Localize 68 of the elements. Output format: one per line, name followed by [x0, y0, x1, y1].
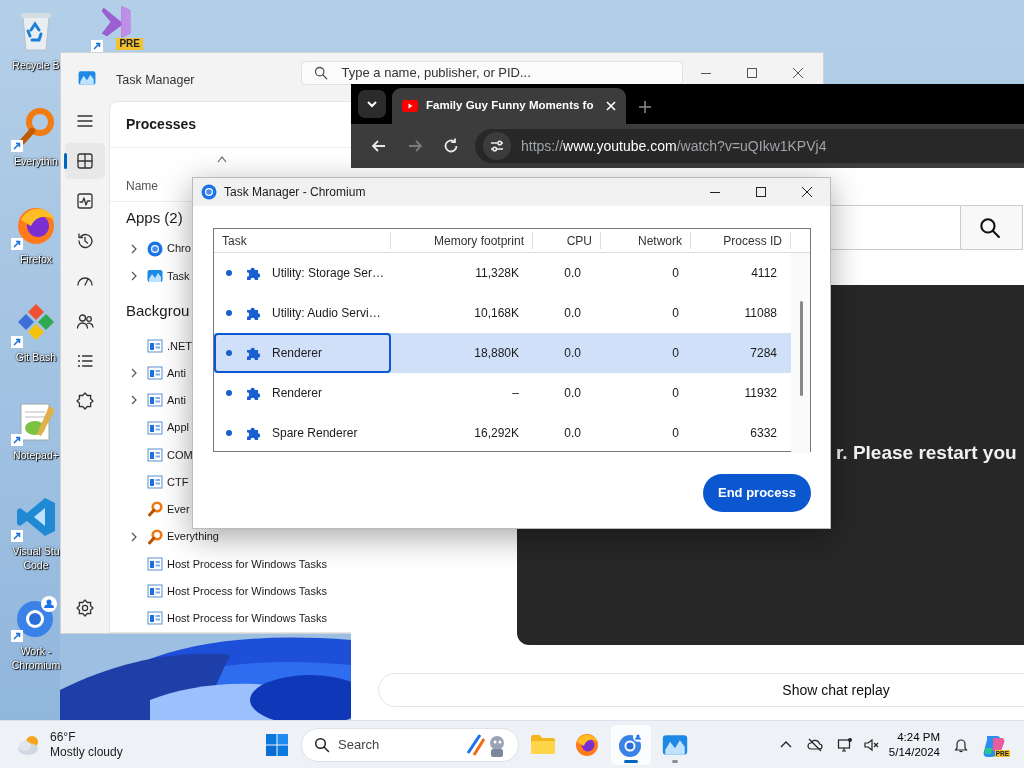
table-cell-text: 0	[671, 345, 680, 362]
process-name[interactable]: Anti	[167, 364, 186, 382]
process-name[interactable]: Everything	[167, 528, 219, 545]
task-name: Renderer	[272, 345, 323, 362]
process-name[interactable]: Chro	[167, 240, 191, 257]
table-cell-text: 0	[671, 385, 680, 402]
address-bar[interactable]: https://www.youtube.com/watch?v=uQIkw1KPVj4	[475, 129, 1024, 163]
table-row[interactable]: Utility: Storage Ser… 11,328K 0.0 0 4112	[214, 253, 791, 293]
search-placeholder: Type a name, publisher, or PID...	[341, 64, 531, 83]
process-name[interactable]: Anti	[167, 392, 186, 409]
window-title: Task Manager	[116, 72, 195, 89]
process-name[interactable]: .NET	[167, 337, 193, 355]
process-name[interactable]: Host Process for Windows Tasks	[167, 582, 327, 600]
process-name[interactable]: CTF	[167, 473, 189, 491]
column-header[interactable]: Task	[214, 232, 391, 249]
column-header[interactable]: Memory footprint	[391, 232, 533, 249]
end-process-button[interactable]: End process	[702, 474, 811, 512]
search-placeholder: Search	[338, 735, 380, 754]
weather-condition[interactable]: Mostly cloudy	[50, 744, 123, 760]
column-header[interactable]: Name	[126, 176, 158, 195]
table-cell-text: 16,292K	[473, 425, 520, 442]
process-name[interactable]: Appl	[167, 419, 190, 436]
table-cell-text: 0.0	[563, 265, 582, 282]
process-name[interactable]: Host Process for Windows Tasks	[167, 610, 327, 627]
table-cell-text: 11088	[743, 305, 778, 322]
table-cell-text: 0.0	[563, 345, 582, 362]
table-row[interactable]: Renderer 18,880K 0.0 0 7284	[214, 333, 791, 373]
table-cell-text: 0.0	[563, 385, 582, 402]
browser-tab[interactable]: Family Guy Funny Moments fo	[392, 88, 626, 124]
table-cell-text: 11932	[743, 385, 778, 402]
task-name: Spare Renderer	[272, 425, 358, 442]
process-name[interactable]: Task	[167, 267, 190, 285]
task-name: Renderer	[272, 385, 323, 402]
table-row[interactable]: Renderer – 0.0 0 11932	[214, 373, 791, 413]
column-header[interactable]: CPU	[533, 232, 601, 249]
search-field[interactable]: Search	[301, 727, 519, 762]
column-header[interactable]: Network	[601, 232, 691, 249]
process-name[interactable]: Host Process for Windows Tasks	[167, 555, 327, 573]
table-cell-text: –	[511, 385, 520, 402]
task-name: Utility: Audio Servi…	[272, 305, 381, 322]
table-cell-text: 0.0	[563, 305, 582, 322]
temperature-label[interactable]: 66°F	[50, 729, 123, 745]
group-header: Apps (2)	[126, 208, 183, 229]
preview-badge: PRE	[116, 38, 143, 50]
window-title: Task Manager - Chromium	[224, 184, 366, 201]
table-cell-text: 0.0	[563, 425, 582, 442]
clock-date: 5/14/2024	[888, 744, 940, 760]
process-name[interactable]: COM	[167, 446, 193, 464]
table-cell-text: 11,328K	[474, 265, 520, 282]
table-cell-text: 10,168K	[473, 305, 520, 322]
column-header[interactable]: Process ID	[691, 232, 791, 249]
table-cell-text: 7284	[749, 345, 778, 362]
task-name: Utility: Storage Ser…	[272, 265, 385, 282]
table-cell-text: 4112	[750, 265, 778, 282]
chat-replay-button[interactable]: Show chat replay	[378, 673, 1024, 707]
search-field[interactable]: Type a name, publisher, or PID...	[300, 61, 683, 85]
process-name[interactable]: Ever	[167, 501, 190, 518]
table-cell-text: 18,880K	[473, 345, 520, 362]
table-row[interactable]: Spare Renderer 16,292K 0.0 0 6332	[214, 413, 791, 453]
group-header: Backgrou	[126, 300, 190, 321]
table-cell-text: 0	[671, 425, 680, 442]
table-cell-text: 0	[671, 265, 680, 282]
clock[interactable]: 4:24 PM 5/14/2024	[882, 729, 946, 760]
table-cell-text: 0	[671, 305, 680, 322]
table-row[interactable]: Utility: Audio Servi… 10,168K 0.0 0 11088	[214, 293, 791, 333]
table-cell-text: 6332	[749, 425, 778, 442]
error-message: r. Please restart you	[836, 441, 1018, 465]
clock-time: 4:24 PM	[896, 729, 940, 745]
